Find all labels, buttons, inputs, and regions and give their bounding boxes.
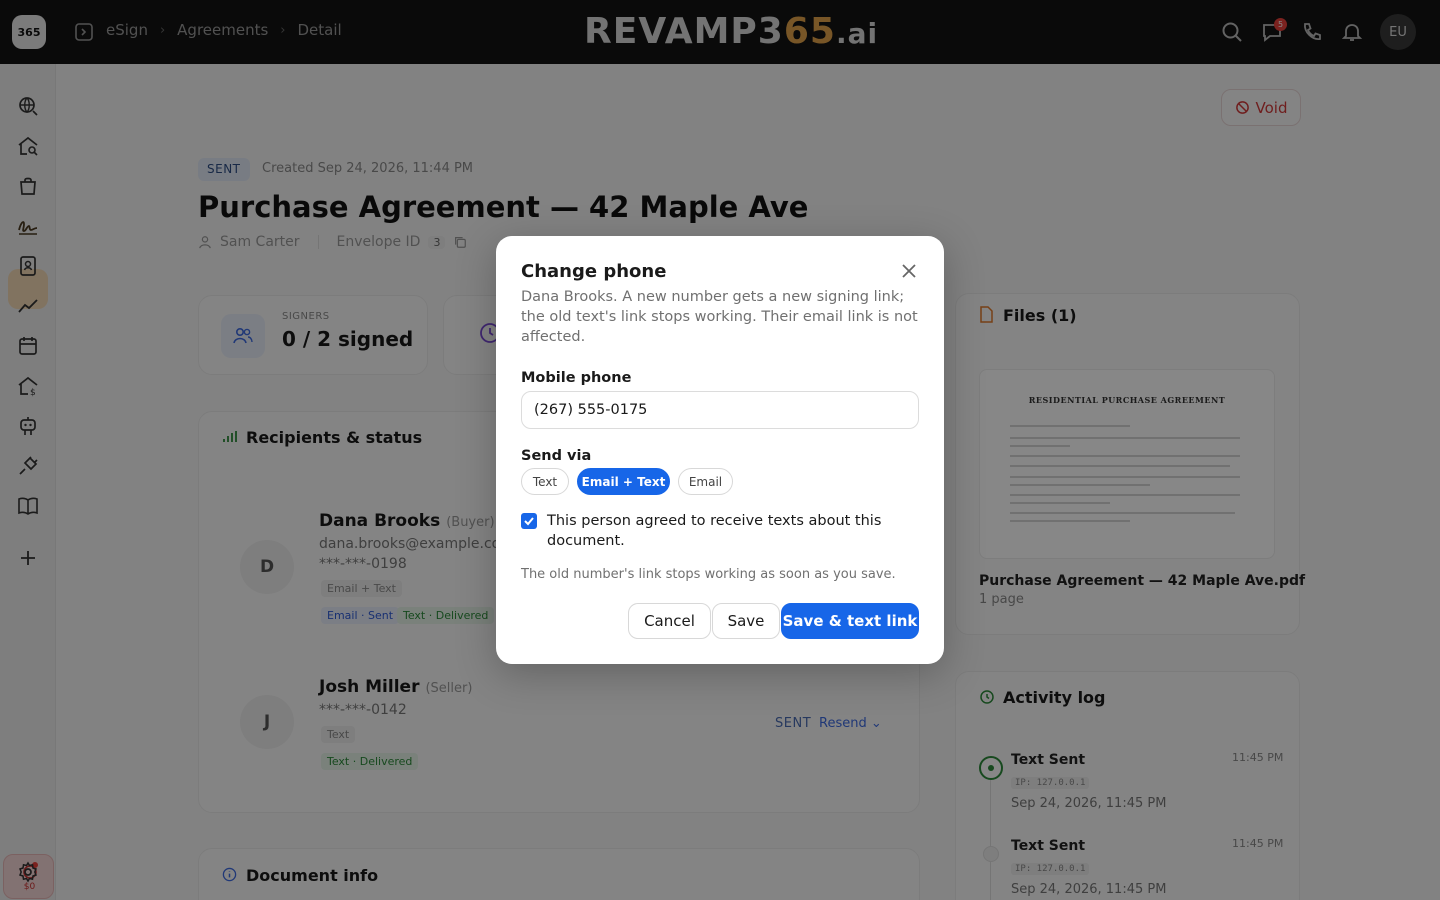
dialog-title: Change phone xyxy=(521,261,667,282)
check-icon xyxy=(524,517,534,526)
save-button[interactable]: Save xyxy=(712,603,780,639)
send-via-email[interactable]: Email xyxy=(678,468,733,495)
change-phone-dialog: Change phone Dana Brooks. A new number g… xyxy=(496,236,944,664)
close-icon[interactable] xyxy=(898,260,920,282)
mobile-phone-input[interactable] xyxy=(521,391,919,429)
dialog-note: The old number's link stops working as s… xyxy=(521,567,896,582)
consent-checkbox[interactable] xyxy=(521,513,537,529)
consent-label[interactable]: This person agreed to receive texts abou… xyxy=(547,511,907,551)
send-via-email-text[interactable]: Email + Text xyxy=(577,468,670,495)
save-and-text-link-button[interactable]: Save & text link xyxy=(781,603,919,639)
send-via-text[interactable]: Text xyxy=(521,468,569,495)
cancel-button[interactable]: Cancel xyxy=(628,603,711,639)
send-via-label: Send via xyxy=(521,448,592,464)
phone-label: Mobile phone xyxy=(521,370,632,386)
dialog-description: Dana Brooks. A new number gets a new sig… xyxy=(521,289,918,345)
